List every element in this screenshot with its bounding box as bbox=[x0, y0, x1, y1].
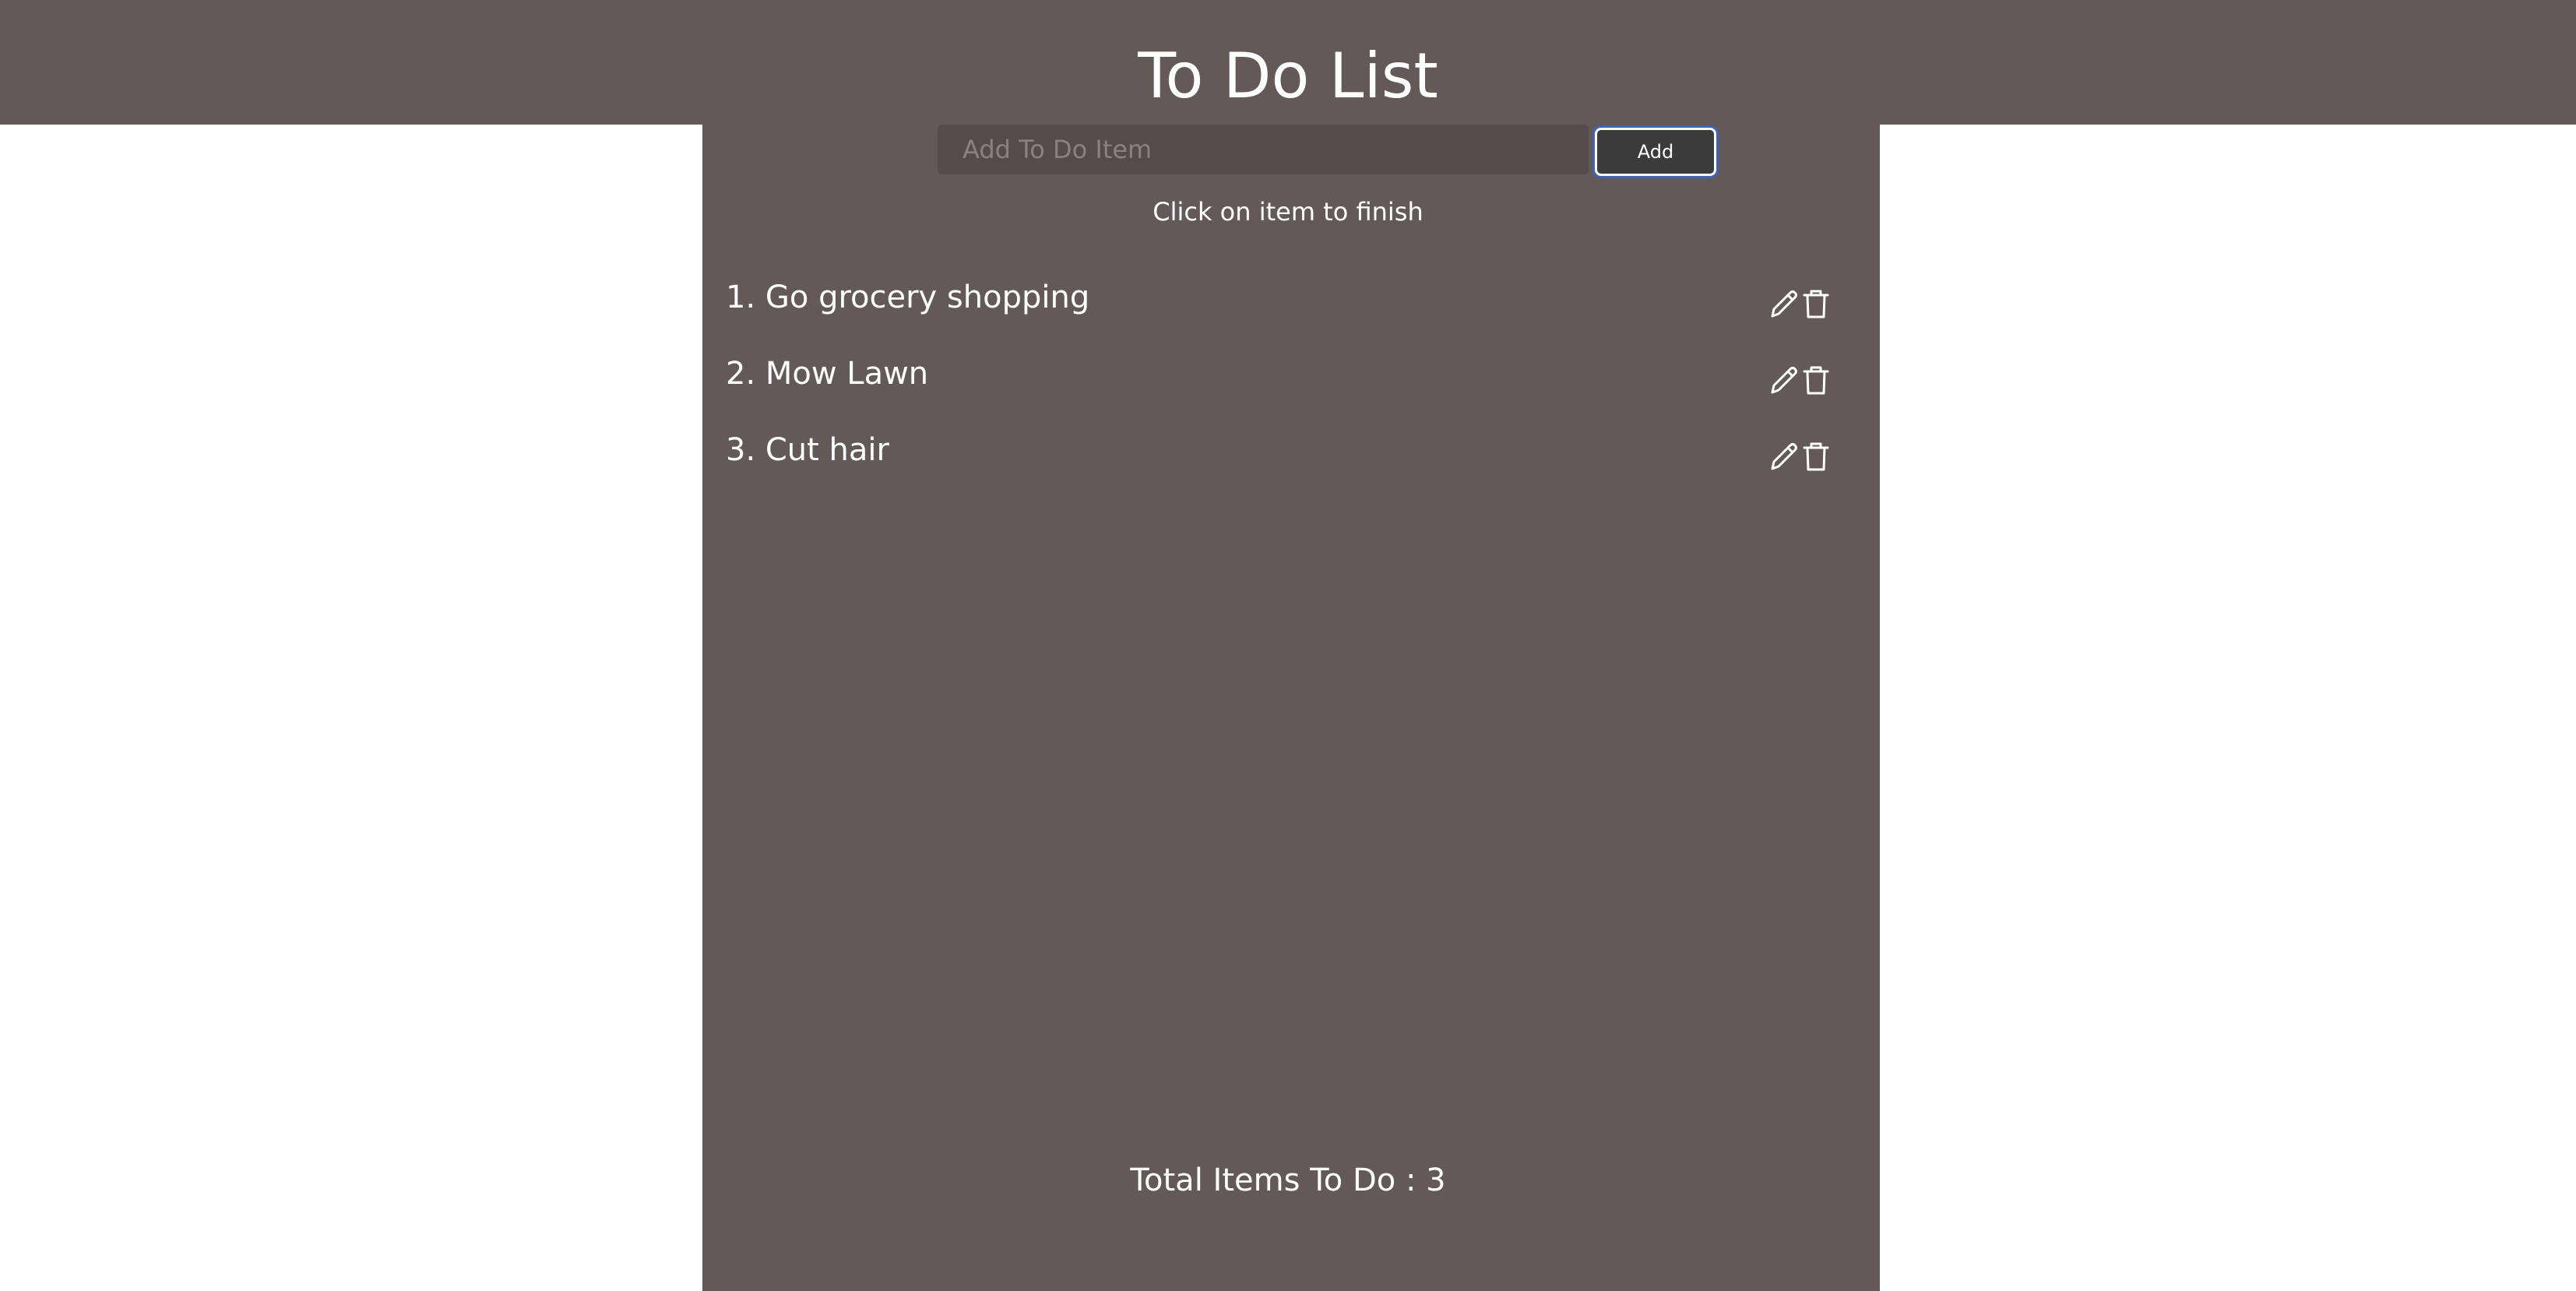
trash-icon[interactable] bbox=[1800, 439, 1832, 473]
trash-icon[interactable] bbox=[1800, 287, 1832, 321]
todo-item[interactable]: 2. Mow Lawn bbox=[702, 350, 1880, 413]
todo-item-label: 3. Cut hair bbox=[726, 432, 889, 468]
todo-item-label: 1. Go grocery shopping bbox=[726, 280, 1090, 315]
add-button[interactable]: Add bbox=[1595, 128, 1716, 176]
todo-item[interactable]: 3. Cut hair bbox=[702, 427, 1880, 489]
add-todo-input[interactable] bbox=[938, 125, 1589, 174]
pencil-icon[interactable] bbox=[1768, 287, 1799, 321]
instructions-text: Click on item to finish bbox=[1153, 197, 1423, 227]
trash-icon[interactable] bbox=[1800, 363, 1832, 397]
todo-item[interactable]: 1. Go grocery shopping bbox=[702, 274, 1880, 336]
todo-item-label: 2. Mow Lawn bbox=[726, 356, 929, 392]
pencil-icon[interactable] bbox=[1768, 439, 1799, 473]
page-title: To Do List bbox=[1138, 40, 1438, 112]
pencil-icon[interactable] bbox=[1768, 363, 1799, 397]
total-items-count: Total Items To Do : 3 bbox=[1130, 1163, 1446, 1198]
